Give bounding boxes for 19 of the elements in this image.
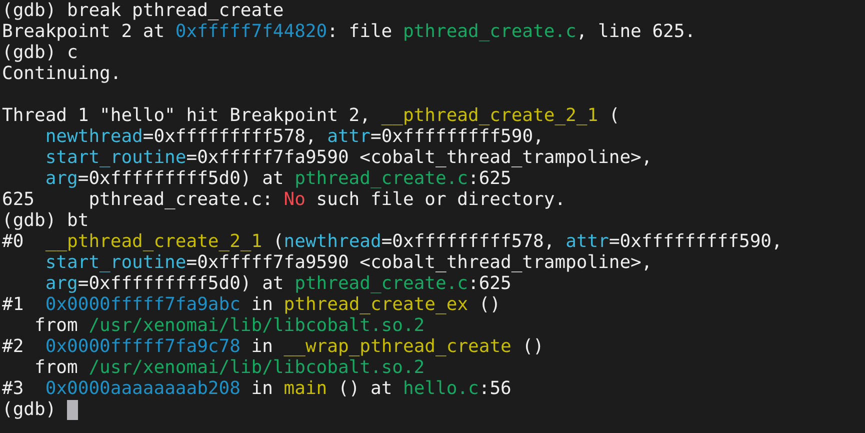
- terminal-line: (gdb) c: [2, 42, 78, 63]
- terminal-line: from /usr/xenomai/lib/libcobalt.so.2: [34, 357, 425, 378]
- terminal-line: newthread=0xfffffffff578, attr=0xfffffffff590,: [45, 126, 544, 147]
- terminal-line: #3 0x0000aaaaaaaab208 in main () at hello.c:56: [2, 378, 512, 399]
- terminal-line: (gdb) break pthread_create: [2, 0, 284, 21]
- terminal-line: Thread 1 "hello" hit Breakpoint 2, __pthread_create_2_1 (: [2, 105, 620, 126]
- terminal-line: Breakpoint 2 at 0xfffff7f44820: file pthread_create.c, line 625.: [2, 21, 696, 42]
- terminal-line: #0 __pthread_create_2_1 (newthread=0xfffffffff578, attr=0xfffffffff590,: [2, 231, 782, 252]
- terminal-line: start_routine=0xfffff7fa9590 <cobalt_thread_trampoline>,: [45, 252, 652, 273]
- terminal-line: 625 pthread_create.c: No such file or directory.: [2, 189, 566, 210]
- terminal-line: arg=0xfffffffff5d0) at pthread_create.c:625: [45, 273, 512, 294]
- terminal-line: start_routine=0xfffff7fa9590 <cobalt_thread_trampoline>,: [45, 147, 652, 168]
- terminal-line: #2 0x0000fffff7fa9c78 in __wrap_pthread_create (): [2, 336, 544, 357]
- terminal-line: arg=0xfffffffff5d0) at pthread_create.c:625: [45, 168, 512, 189]
- terminal-line: from /usr/xenomai/lib/libcobalt.so.2: [34, 315, 425, 336]
- terminal-line: (gdb) bt: [2, 210, 89, 231]
- terminal-line: #1 0x0000fffff7fa9abc in pthread_create_ex (): [2, 294, 501, 315]
- terminal-line: (gdb): [2, 399, 58, 420]
- terminal-line: Continuing.: [2, 63, 122, 84]
